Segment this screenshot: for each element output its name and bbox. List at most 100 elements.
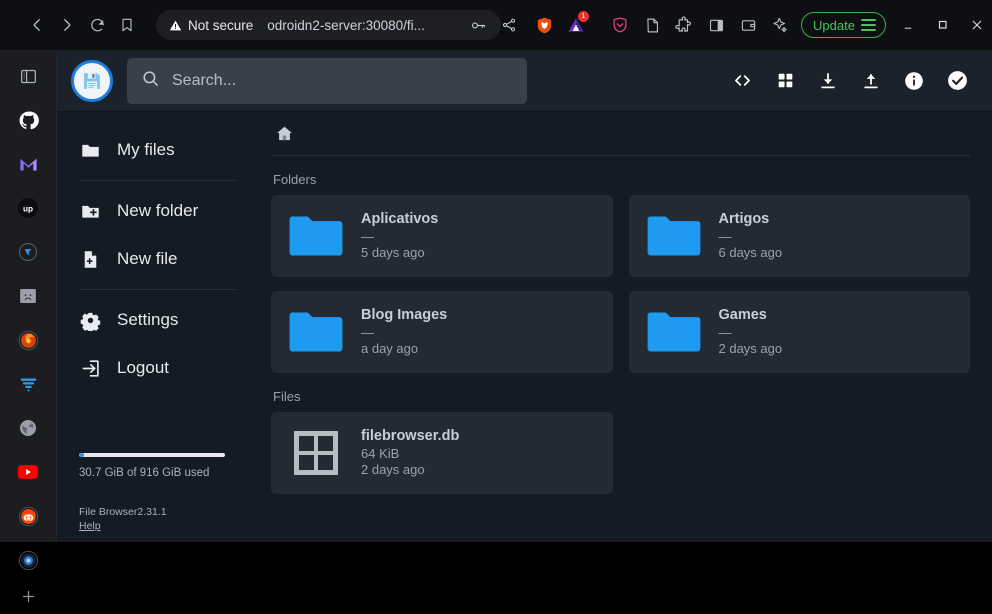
- filebrowser-app: My files New folder New file: [56, 50, 992, 542]
- sidebar-toggle-icon[interactable]: [701, 10, 731, 40]
- browser-toolbar: Not secure odroidn2-server:30080/fi... 1: [0, 0, 992, 50]
- browser-window: Not secure odroidn2-server:30080/fi... 1: [0, 0, 992, 602]
- sidebar-divider-1: [79, 180, 235, 181]
- youtube-icon[interactable]: [8, 454, 48, 490]
- gmail-icon[interactable]: [8, 146, 48, 182]
- globe-gray-icon[interactable]: [8, 410, 48, 446]
- home-icon[interactable]: [273, 123, 295, 145]
- card-name: Blog Images: [361, 307, 448, 323]
- close-button[interactable]: [960, 8, 992, 42]
- github-icon[interactable]: [8, 102, 48, 138]
- wallet-icon[interactable]: [733, 10, 763, 40]
- folder-card[interactable]: Games —2 days ago: [628, 291, 970, 373]
- card-time: 6 days ago: [718, 245, 783, 260]
- folder-icon: [285, 310, 347, 354]
- card-size: —: [361, 325, 374, 340]
- grid-view-icon[interactable]: [772, 68, 798, 94]
- panel-toggle-icon[interactable]: [8, 58, 48, 94]
- warning-triangle-icon: [169, 20, 182, 30]
- hamburger-menu-icon[interactable]: [860, 19, 876, 31]
- extension-triangle-icon[interactable]: 1: [561, 10, 591, 40]
- card-size: —: [718, 325, 732, 340]
- puzzle-extensions-icon[interactable]: [669, 10, 699, 40]
- storage-usage-text: 30.7 GiB of 916 GiB used: [79, 467, 210, 479]
- card-size: —: [718, 229, 732, 244]
- logout-icon: [79, 357, 101, 379]
- filter-funnel-icon[interactable]: [8, 366, 48, 402]
- card-name: Games: [718, 307, 767, 323]
- card-time: 5 days ago: [361, 245, 425, 260]
- sidebar-item-my-files[interactable]: My files: [57, 126, 249, 174]
- bookmark-button[interactable]: [112, 10, 142, 40]
- code-brackets-icon[interactable]: [729, 68, 755, 94]
- breadcrumb: [271, 112, 970, 156]
- files-section-title: Files: [273, 389, 301, 404]
- browser-vertical-sidebar: up: [0, 50, 56, 602]
- search-icon: [141, 69, 160, 93]
- sidebar-item-logout[interactable]: Logout: [57, 344, 249, 392]
- share-icon[interactable]: [501, 14, 517, 36]
- reload-button[interactable]: [82, 10, 112, 40]
- password-key-icon[interactable]: [467, 14, 489, 36]
- security-indicator[interactable]: Not secure: [169, 18, 253, 33]
- leo-ai-icon[interactable]: [765, 10, 795, 40]
- address-bar[interactable]: Not secure odroidn2-server:30080/fi...: [156, 10, 501, 40]
- sidebar-label-logout: Logout: [117, 358, 169, 377]
- folder-plus-icon: [79, 200, 101, 222]
- sidebar-item-new-folder[interactable]: New folder: [57, 187, 249, 235]
- database-grid-icon: [285, 429, 347, 477]
- floppy-disk-save-icon[interactable]: [71, 59, 113, 102]
- firefox-icon[interactable]: [8, 322, 48, 358]
- blue-circle-icon[interactable]: [8, 542, 48, 578]
- app-version: File Browser2.31.1: [79, 506, 167, 518]
- folder-icon: [79, 139, 101, 161]
- folder-card[interactable]: Aplicativos —5 days ago: [271, 195, 613, 277]
- update-button[interactable]: Update: [801, 12, 886, 38]
- update-label: Update: [813, 17, 855, 33]
- sidebar-item-settings[interactable]: Settings: [57, 296, 249, 344]
- app-header: [57, 50, 992, 112]
- back-button[interactable]: [22, 10, 52, 40]
- check-circle-icon[interactable]: [944, 68, 970, 94]
- add-icon[interactable]: [8, 578, 48, 614]
- reddit-icon[interactable]: [8, 498, 48, 534]
- image-placeholder-icon[interactable]: [8, 278, 48, 314]
- sidebar-item-new-file[interactable]: New file: [57, 235, 249, 283]
- brave-rewards-shield-icon[interactable]: [605, 10, 635, 40]
- folder-icon: [643, 214, 705, 258]
- extension-icons: 1: [529, 10, 795, 40]
- brave-shields-icon[interactable]: [529, 10, 559, 40]
- file-listing: Folders Aplicativos —5 days ago Artigos —6 …: [249, 112, 992, 542]
- card-info: Games —2 days ago: [719, 306, 783, 358]
- minimize-button[interactable]: [892, 8, 926, 42]
- sidebar-label-new-file: New file: [117, 249, 178, 268]
- card-info: Aplicativos —5 days ago: [361, 210, 438, 262]
- help-link[interactable]: Help: [79, 520, 235, 532]
- app-sidebar: My files New folder New file Settings Lo…: [57, 112, 249, 542]
- card-info: Blog Images — a day ago: [361, 306, 447, 358]
- app-body: My files New folder New file Settings Lo…: [57, 112, 992, 542]
- window-controls: [892, 8, 992, 42]
- sidebar-label-my-files: My files: [117, 140, 175, 159]
- upload-icon[interactable]: [858, 68, 884, 94]
- folder-card[interactable]: Artigos —6 days ago: [628, 195, 970, 277]
- forward-button[interactable]: [52, 10, 82, 40]
- info-icon[interactable]: [901, 68, 927, 94]
- file-card[interactable]: filebrowser.db 64 KiB 2 days ago: [271, 412, 613, 494]
- sidebar-divider-2: [79, 289, 235, 290]
- card-name: Aplicativos: [361, 211, 439, 227]
- upwork-icon[interactable]: up: [8, 190, 48, 226]
- card-time: 2 days ago: [718, 341, 783, 356]
- browser-page: up Search... My files New folder New fil…: [0, 50, 992, 602]
- files-grid: filebrowser.db 64 KiB 2 days ago: [271, 412, 970, 494]
- maximize-button[interactable]: [926, 8, 960, 42]
- download-icon[interactable]: [815, 68, 841, 94]
- search-bar[interactable]: [127, 57, 527, 104]
- globe-blue-icon[interactable]: [8, 234, 48, 270]
- search-input[interactable]: [172, 71, 513, 90]
- card-time: a day ago: [361, 341, 419, 356]
- folder-card[interactable]: Blog Images — a day ago: [271, 291, 613, 373]
- reading-list-icon[interactable]: [637, 10, 667, 40]
- card-time: 2 days ago: [361, 462, 425, 477]
- extension-badge: 1: [578, 11, 589, 22]
